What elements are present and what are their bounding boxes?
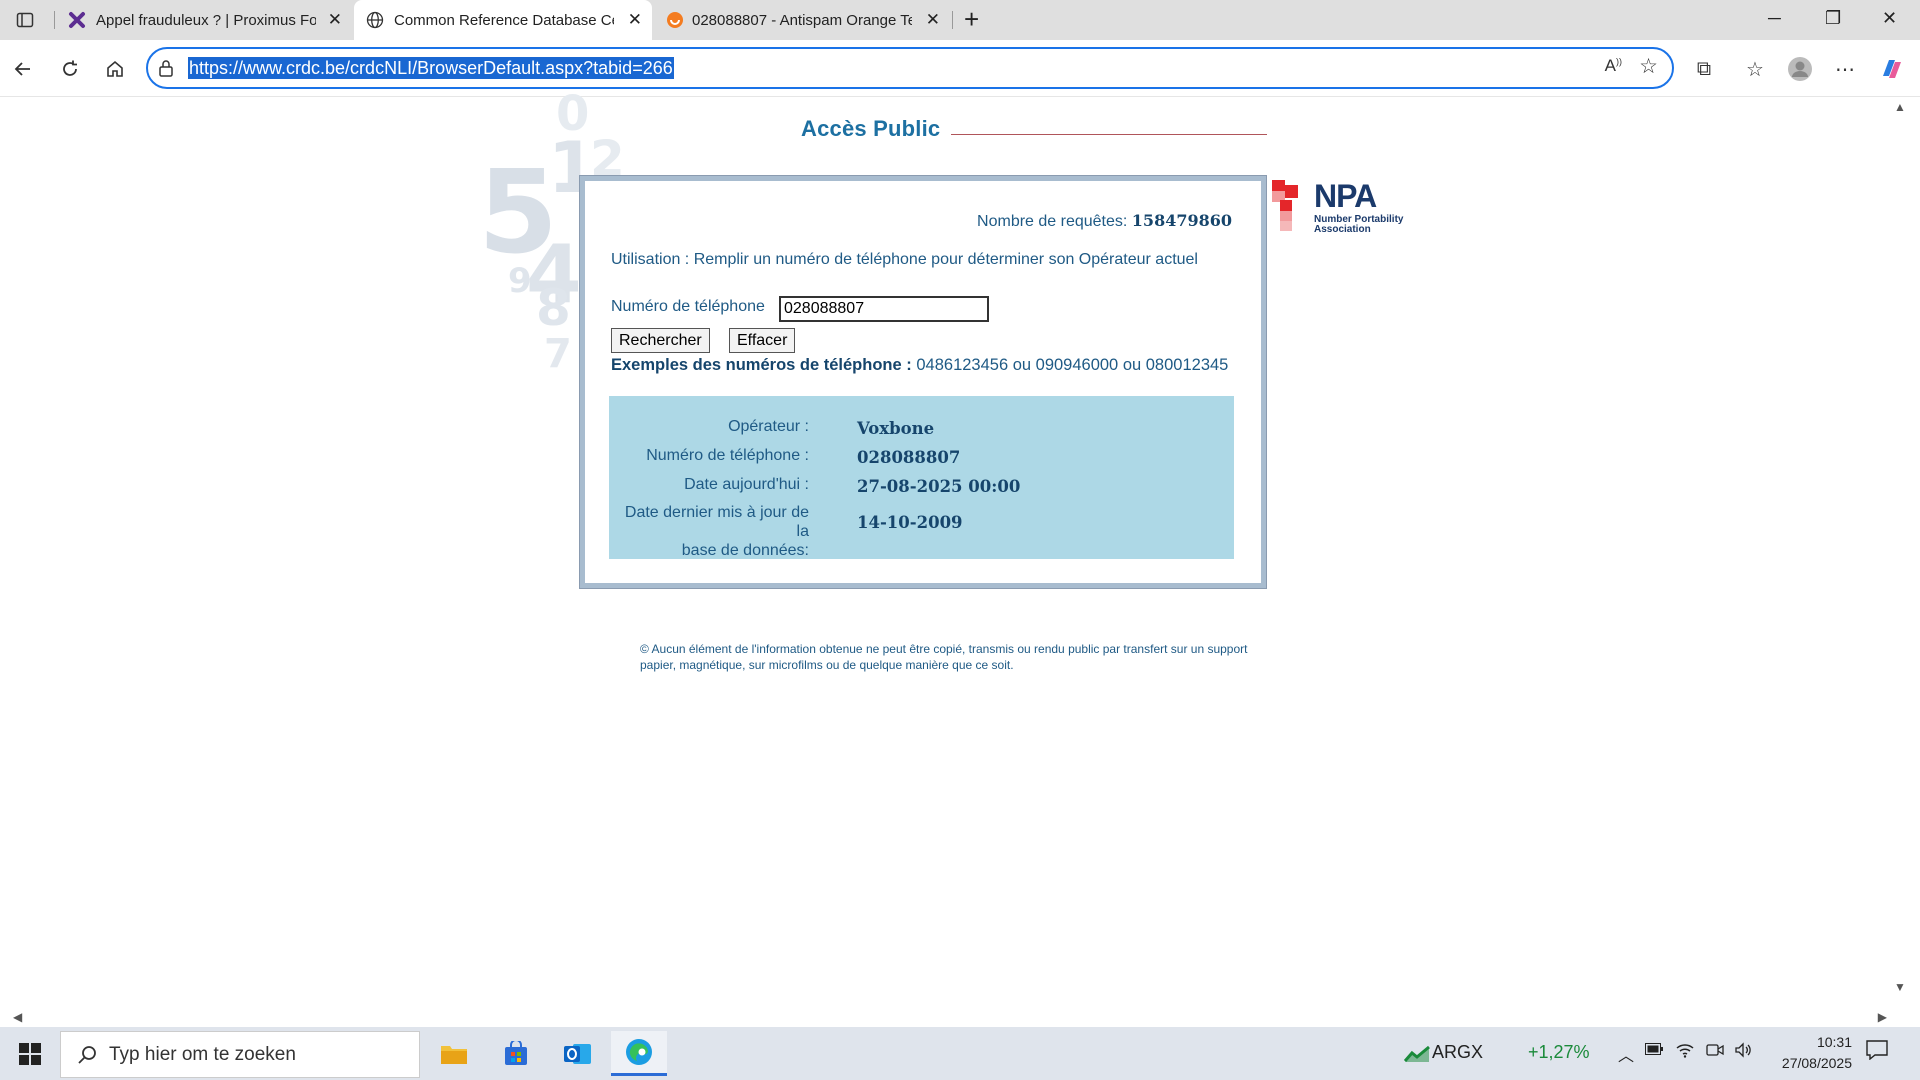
examples-values: 0486123456 ou 090946000 ou 080012345 [916,356,1229,374]
file-explorer-icon[interactable] [426,1031,482,1076]
phone-label: Numéro de téléphone [611,298,765,315]
date-value: 27-08-2025 00:00 [857,477,1021,496]
npa-logo-title: NPA [1314,178,1377,214]
proximus-favicon-icon [69,12,85,28]
browser-tab-strip: Appel frauduleux ? | Proximus For ✕ Comm… [0,0,1920,40]
scroll-left-arrow-icon[interactable]: ◀ [13,1010,22,1024]
lookup-panel: Nombre de requêtes: 158479860 Utilisatio… [579,175,1267,589]
lookup-panel-inner: Nombre de requêtes: 158479860 Utilisatio… [585,181,1261,583]
system-clock[interactable]: 10:31 27/08/2025 [1762,1032,1852,1074]
tab-proximus[interactable]: Appel frauduleux ? | Proximus For ✕ [56,0,352,40]
copilot-icon[interactable] [1877,54,1907,84]
number-value: 028088807 [857,448,961,467]
stock-chart-icon [1404,1045,1430,1062]
examples-label: Exemples des numéros de téléphone : [611,356,912,374]
request-count-label: Nombre de requêtes: [977,213,1128,230]
operator-label: Opérateur : [728,418,809,435]
profile-avatar-icon[interactable] [1785,54,1815,84]
close-icon[interactable]: ✕ [328,11,342,29]
deco-digit: 9 [508,261,532,301]
scroll-right-arrow-icon[interactable]: ▶ [1878,1010,1887,1024]
search-button[interactable]: Rechercher [611,328,710,353]
windows-taskbar: Typ hier om te zoeken ARGX +1,27% ︿ 10:3… [0,1027,1920,1080]
back-icon[interactable] [8,54,38,84]
window-close-icon[interactable]: ✕ [1882,8,1897,29]
close-icon[interactable]: ✕ [628,11,642,29]
tab-actions-icon[interactable] [10,5,40,35]
date-label: Date aujourd'hui : [684,476,809,493]
update-label-line: Date dernier mis à jour de la [624,504,809,540]
start-windows-icon[interactable] [2,1031,58,1076]
tab-antispam[interactable]: 028088807 - Antispam Orange Te ✕ [654,0,950,40]
minimize-icon[interactable]: ─ [1768,8,1781,29]
chevron-up-icon[interactable]: ︿ [1618,1042,1634,1066]
page-title: Accès Public [801,116,941,141]
clock-date: 27/08/2025 [1781,1055,1852,1071]
refresh-icon[interactable] [55,54,85,84]
clear-button[interactable]: Effacer [729,328,796,353]
volume-icon[interactable] [1734,1042,1752,1063]
microsoft-store-icon[interactable] [488,1031,544,1076]
examples-text: Exemples des numéros de téléphone : 0486… [611,356,1228,375]
phone-input[interactable] [779,296,989,322]
browser-toolbar: https://www.crdc.be/crdcNLI/BrowserDefau… [0,40,1920,97]
outlook-icon[interactable] [550,1031,606,1076]
scroll-down-arrow-icon[interactable]: ▼ [1894,980,1906,994]
taskbar-search-box[interactable]: Typ hier om te zoeken [60,1031,420,1078]
extensions-icon[interactable]: ⧉ [1689,54,1719,84]
wifi-icon[interactable] [1676,1042,1694,1063]
scroll-up-arrow-icon[interactable]: ▲ [1894,100,1906,114]
edge-icon[interactable] [611,1031,667,1076]
close-icon[interactable]: ✕ [926,11,940,29]
stock-change[interactable]: +1,27% [1528,1042,1590,1063]
npa-logo-subtitle: Association [1314,224,1371,235]
address-bar[interactable]: https://www.crdc.be/crdcNLI/BrowserDefau… [146,47,1674,89]
restore-icon[interactable]: ❐ [1825,8,1841,29]
url-text[interactable]: https://www.crdc.be/crdcNLI/BrowserDefau… [188,57,674,79]
globe-icon [366,11,384,29]
result-box: Opérateur : Voxbone Numéro de téléphone … [609,396,1234,559]
title-underline [951,134,1267,135]
clock-time: 10:31 [1816,1034,1852,1050]
meet-now-icon[interactable] [1706,1042,1724,1063]
tab-title: Appel frauduleux ? | Proximus For [96,11,316,29]
tab-crdc[interactable]: Common Reference Database Cer ✕ [354,0,652,40]
update-label-line: base de données: [681,542,809,559]
favorite-star-icon[interactable]: ☆ [1639,54,1658,79]
tab-title: 028088807 - Antispam Orange Te [692,11,912,29]
notification-icon[interactable] [1866,1040,1888,1065]
search-icon [78,1046,96,1064]
copyright-footer: © Aucun élément de l'information obtenue… [640,642,1248,672]
favorites-icon[interactable]: ☆ [1740,54,1770,84]
read-aloud-icon[interactable]: A)) [1605,56,1622,76]
deco-digit: 7 [544,331,572,377]
tab-title: Common Reference Database Cer [394,11,614,29]
update-label: Date dernier mis à jour de la base de do… [609,503,809,560]
request-count: Nombre de requêtes: 158479860 [585,211,1232,231]
horizontal-scrollbar[interactable]: ◀ ▶ [5,1008,1895,1026]
lock-icon[interactable] [158,59,174,77]
battery-icon[interactable] [1645,1042,1663,1060]
update-value: 14-10-2009 [857,513,963,532]
new-tab-icon[interactable]: + [964,4,979,35]
antispam-favicon-icon [667,12,683,28]
home-icon[interactable] [100,54,130,84]
taskbar-search-placeholder: Typ hier om te zoeken [109,1043,296,1065]
stock-symbol[interactable]: ARGX [1432,1042,1483,1063]
usage-text: Utilisation : Remplir un numéro de télép… [611,251,1198,268]
request-count-value: 158479860 [1131,211,1232,230]
more-options-icon[interactable]: ⋯ [1830,54,1860,84]
number-label: Numéro de téléphone : [646,447,809,464]
npa-logo: NPA Number Portability Association [1272,178,1422,238]
deco-digit: 8 [536,279,571,337]
deco-digit: 0 [556,92,589,142]
operator-value: Voxbone [857,419,935,438]
